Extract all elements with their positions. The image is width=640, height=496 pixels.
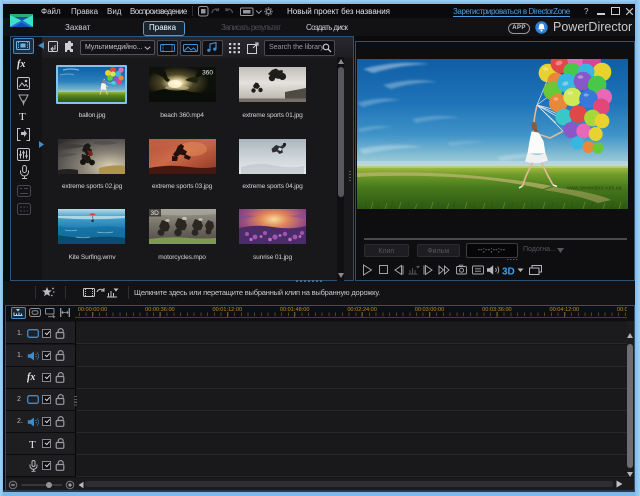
- svg-text:www.nevseoboi.com.ua: www.nevseoboi.com.ua: [567, 185, 622, 191]
- svg-text:3D: 3D: [150, 210, 159, 217]
- svg-text:360: 360: [202, 70, 213, 77]
- svg-text:3D: 3D: [502, 267, 515, 278]
